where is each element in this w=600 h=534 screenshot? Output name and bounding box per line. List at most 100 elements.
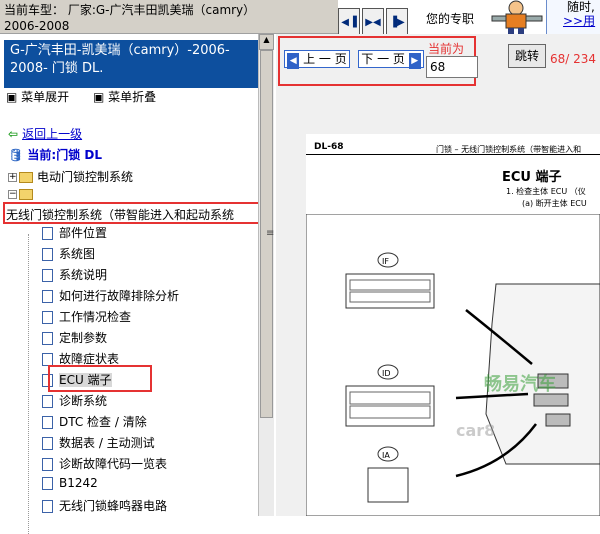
document-icon [42,395,53,408]
next-page-icon[interactable]: ▶◀ [362,8,384,36]
tree-item[interactable]: 定制参数 [42,329,107,346]
tree-item[interactable]: DTC 检查 / 清除 [42,413,147,430]
connector-diagram: IF ID IA 畅易汽车 car8 [306,214,600,516]
jump-button[interactable]: 跳转 [508,44,546,68]
connector-ia [367,467,409,503]
document-icon [42,269,53,282]
document-icon [42,477,53,490]
document-icon [42,416,53,429]
prev-page-button[interactable]: ◀ 上 一 页 [284,50,350,69]
expand-icon[interactable]: + [8,173,17,182]
highlight-box [48,365,152,392]
expand-menu-label: 菜单展开 [21,90,70,104]
tree-item-label: 诊断故障代码一览表 [59,457,168,471]
connector-label-if: IF [382,257,389,266]
connector-label-id: ID [382,369,391,378]
tree-folder-label: 电动门锁控制系统 [37,170,134,184]
tree-folder-wireless-open[interactable]: − [8,187,37,201]
document-icon [42,248,53,261]
tree-item[interactable]: 系统说明 [42,266,107,283]
tree-item-label: 无线门锁蜂鸣器电路 [59,499,168,513]
tree-item-label: 定制参数 [59,331,108,345]
split-icon[interactable]: ▐▶ [386,8,408,36]
watermark-text-1: 畅易汽车 [484,373,556,395]
collapse-icon[interactable]: − [8,190,17,199]
document-icon [42,311,53,324]
current-model-line: 当前车型： 厂家:G-广汽丰田凯美瑞（camry） [4,3,256,17]
page-number-input[interactable] [426,56,478,78]
prev-page-icon[interactable]: ◀▐ [338,8,360,36]
left-panel: G-广汽丰田-凯美瑞（camry）-2006-2008- 门锁 DL. ▣ 菜单… [0,34,274,534]
model-title: G-广汽丰田-凯美瑞（camry）-2006-2008- 门锁 DL. [4,40,258,88]
right-arrow-icon: ▶ [408,53,421,69]
folder-open-icon [19,189,33,200]
tree-item[interactable]: 工作情况检查 [42,308,131,325]
splitter-grip-icon[interactable]: ≡ [266,228,274,239]
promo-link[interactable]: >>用 [563,14,600,28]
prev-page-label: 上 一 页 [303,52,347,66]
tree-item[interactable]: 如何进行故障排除分析 [42,287,179,304]
tree-item-label: 如何进行故障排除分析 [59,289,180,303]
tree-item[interactable]: 部件位置 [42,224,107,241]
document-icon [42,437,53,450]
next-page-label: 下 一 页 [361,52,405,66]
collapse-menu-button[interactable]: ▣ 菜单折叠 [93,90,166,104]
vertical-scrollbar[interactable]: ▲ [258,34,274,516]
tree-item-label: 部件位置 [59,226,108,240]
pro-text: 您的专职 [426,12,475,26]
mascot-icon [491,0,543,36]
manual-page: DL-68 门锁 – 无线门锁控制系统（带智能进入和 ECU 端子 1. 检查主… [306,134,600,516]
watermark-text-2: car8 [456,421,495,440]
promo-panel: 随时, >>用 [546,0,600,36]
promo-text: 随时, [567,0,595,14]
scroll-up-icon[interactable]: ▲ [259,34,274,50]
collapse-menu-label: 菜单折叠 [108,90,157,104]
document-icon [42,227,53,240]
document-icon [42,458,53,471]
folder-icon [19,172,33,183]
document-icon [42,500,53,513]
tree-item[interactable]: B1242 [42,476,98,490]
doc-stack-icon: 🛢 [8,148,24,162]
page-count: 68/ 234 [550,52,597,66]
nav-toolbar: ◀▐ ▶◀ ▐▶ [338,8,408,36]
tree-item[interactable]: 诊断故障代码一览表 [42,455,167,472]
current-page-label: 当前为 [428,42,465,56]
header-rule [306,154,600,155]
tree-item-label: 工作情况检查 [59,310,132,324]
step-sub-text: (a) 断开主体 ECU [522,199,587,208]
tree-item-label: DTC 检查 / 清除 [59,415,147,429]
tree-item-label: 系统图 [59,247,96,261]
document-icon [42,332,53,345]
expand-menu-button[interactable]: ▣ 菜单展开 [6,90,79,104]
next-page-button[interactable]: 下 一 页 ▶ [358,50,424,69]
section-title: ECU 端子 [502,170,562,185]
document-icon [42,290,53,303]
tree-item[interactable]: 数据表 / 主动测试 [42,434,155,451]
tree-item[interactable]: 系统图 [42,245,95,262]
tree-item[interactable]: 诊断系统 [42,392,107,409]
current-model-years: 2006-2008 [4,19,70,33]
tree-item-label: 诊断系统 [59,394,108,408]
tree-item[interactable]: 无线门锁蜂鸣器电路 [42,497,167,514]
connector-label-ia: IA [382,451,390,460]
current-location: 🛢 当前:门锁 DL [8,146,102,163]
current-label: 当前:门锁 DL [27,148,103,162]
back-arrow-icon: ⇦ [8,127,19,141]
viewer-panel: ◀ 上 一 页 下 一 页 ▶ 当前为 跳转 68/ 234 DL-68 门锁 … [276,34,600,516]
back-link[interactable]: ⇦ 返回上一级 [8,125,82,142]
left-arrow-icon: ◀ [287,53,300,69]
title-bar: 当前车型： 厂家:G-广汽丰田凯美瑞（camry） 2006-2008 [0,0,338,34]
tree-item-label: B1242 [59,476,98,490]
connector-if [345,273,435,309]
tree-item-label: 故障症状表 [59,352,120,366]
tree-item-label: 系统说明 [59,268,108,282]
highlight-box [3,202,263,224]
step-text: 1. 检查主体 ECU （仪 [506,187,586,196]
page-code: DL-68 [314,142,344,152]
back-label: 返回上一级 [22,127,83,141]
tree-item-label: 数据表 / 主动测试 [59,436,155,450]
menu-controls: ▣ 菜单展开 ▣ 菜单折叠 [6,88,176,105]
tree-connector [28,234,29,534]
tree-folder-power-lock[interactable]: + 电动门锁控制系统 [8,168,133,185]
